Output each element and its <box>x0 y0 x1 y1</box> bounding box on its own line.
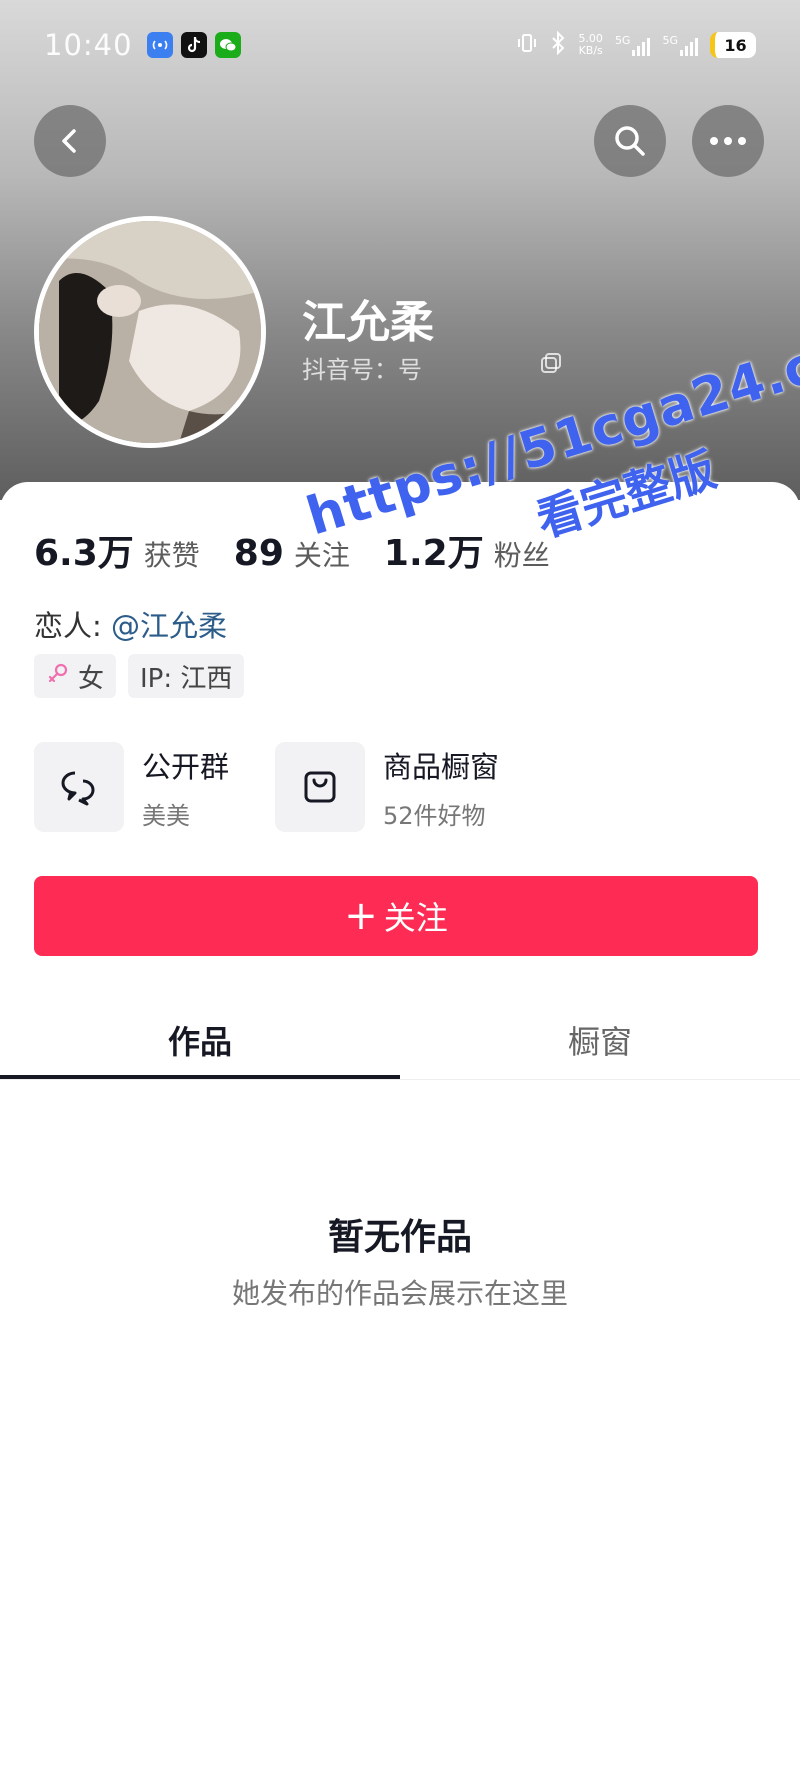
avatar[interactable] <box>34 216 266 448</box>
signal-2: 5G <box>662 34 698 56</box>
follow-label: 关注 <box>383 899 448 937</box>
likes-count[interactable]: 6.3万 <box>34 524 134 576</box>
likes-label: 获赞 <box>143 539 200 572</box>
group-chat-icon <box>34 742 124 832</box>
profile-name: 江允柔 <box>302 297 434 348</box>
more-dots-icon <box>710 137 746 145</box>
search-icon <box>615 126 645 156</box>
empty-state-title: 暂无作品 <box>327 1217 472 1258</box>
ip-tag: IP: 江西 <box>128 654 245 698</box>
shop-window-subtitle: 52件好物 <box>383 801 486 830</box>
shop-window-entry[interactable]: 商品橱窗 52件好物 <box>275 742 499 832</box>
public-group-title: 公开群 <box>142 749 230 784</box>
back-button[interactable] <box>34 105 106 177</box>
empty-state-subtitle: 她发布的作品会展示在这里 <box>231 1277 568 1310</box>
signal-app-icon <box>146 32 173 58</box>
chevron-left-icon <box>62 129 76 153</box>
bluetooth-icon <box>550 30 566 59</box>
tab-works[interactable]: 作品 <box>0 1000 400 1079</box>
battery-indicator: 16 <box>710 32 756 58</box>
public-group-entry[interactable]: 公开群 美美 <box>34 742 229 832</box>
relation-label: 恋人: <box>34 609 111 643</box>
network-type-2: 5G <box>662 34 678 47</box>
relation-line: 恋人: @江允柔 <box>34 603 227 645</box>
vibrate-icon <box>516 32 538 58</box>
status-right-group: 5.00 KB/s 5G 5G 16 <box>516 30 756 59</box>
copy-id-button[interactable] <box>540 352 562 378</box>
shopping-bag-icon <box>275 742 366 832</box>
status-bar: 10:40 5.00 KB/s 5G 5G 16 <box>0 0 800 90</box>
female-icon <box>46 661 70 691</box>
signal-1: 5G <box>615 34 651 56</box>
plus-icon: + <box>344 893 378 939</box>
network-speed: 5.00 KB/s <box>578 33 603 57</box>
public-group-subtitle: 美美 <box>142 801 190 830</box>
douyin-id: 抖音号：号 <box>302 356 422 384</box>
content-tabs: 作品 橱窗 <box>0 1000 800 1080</box>
status-time: 10:40 <box>44 28 133 62</box>
profile-tags: 女 IP: 江西 <box>34 654 245 698</box>
relation-link[interactable]: @江允柔 <box>111 609 227 643</box>
wechat-app-icon <box>214 32 241 58</box>
follow-button[interactable]: + 关注 <box>34 876 758 956</box>
tab-shop-window[interactable]: 橱窗 <box>400 1000 800 1079</box>
gender-label: 女 <box>78 663 105 694</box>
copy-icon <box>541 353 561 373</box>
following-count[interactable]: 89 <box>234 533 284 574</box>
profile-entries: 公开群 美美 商品橱窗 52件好物 <box>34 742 545 832</box>
speed-unit: KB/s <box>578 44 603 57</box>
signal-bars-icon <box>632 34 651 56</box>
tiktok-app-icon <box>180 32 207 58</box>
gender-tag: 女 <box>34 654 117 698</box>
signal-bars-icon <box>680 34 698 56</box>
network-type-1: 5G <box>614 34 631 47</box>
more-button[interactable] <box>692 105 764 177</box>
shop-window-title: 商品橱窗 <box>383 749 500 784</box>
search-button[interactable] <box>594 105 666 177</box>
